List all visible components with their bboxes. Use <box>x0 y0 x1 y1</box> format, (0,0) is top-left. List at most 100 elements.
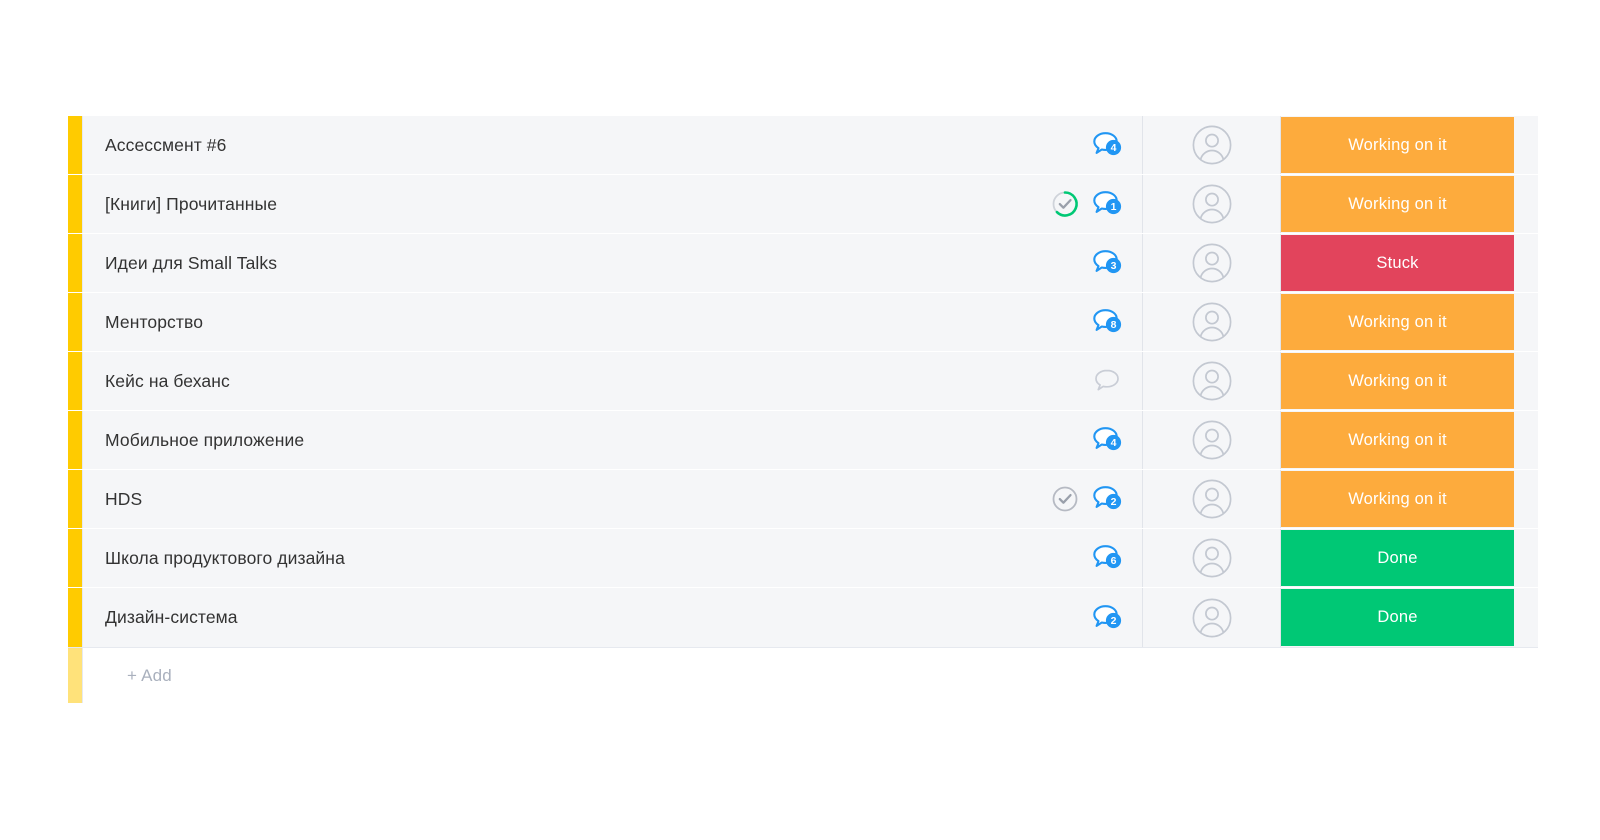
row-name-cell[interactable]: Дизайн-система <box>82 588 1050 647</box>
row-indicators: 6 <box>1050 529 1142 587</box>
row-chat-slot[interactable]: 1 <box>1090 189 1124 219</box>
check-circle-progress-icon[interactable] <box>1050 189 1080 219</box>
chat-bubble-icon[interactable]: 3 <box>1090 248 1124 278</box>
status-badge[interactable]: Working on it <box>1281 176 1514 232</box>
row-person-cell[interactable] <box>1142 234 1280 292</box>
svg-text:4: 4 <box>1111 437 1117 449</box>
status-badge[interactable]: Working on it <box>1281 117 1514 173</box>
row-check-slot <box>1050 425 1080 455</box>
row-chat-slot[interactable]: 4 <box>1090 425 1124 455</box>
chat-bubble-icon[interactable]: 4 <box>1090 130 1124 160</box>
avatar-placeholder-icon[interactable] <box>1191 360 1233 402</box>
row-status-cell[interactable]: Done <box>1280 588 1538 647</box>
row-chat-slot[interactable]: 6 <box>1090 543 1124 573</box>
row-name-label: Дизайн-система <box>105 607 238 627</box>
row-name-cell[interactable]: Идеи для Small Talks <box>82 234 1050 292</box>
board-rows: Ассессмент #6 4 Working on it [Книги] Прочи… <box>68 116 1538 647</box>
row-indicators: 2 <box>1050 588 1142 647</box>
table-row[interactable]: Менторство 8 Working on it <box>68 293 1538 352</box>
row-status-cell[interactable]: Working on it <box>1280 175 1538 233</box>
row-check-slot <box>1050 130 1080 160</box>
table-row[interactable]: Ассессмент #6 4 Working on it <box>68 116 1538 175</box>
row-name-cell[interactable]: Мобильное приложение <box>82 411 1050 469</box>
row-name-cell[interactable]: Школа продуктового дизайна <box>82 529 1050 587</box>
row-chat-slot[interactable]: 4 <box>1090 130 1124 160</box>
status-badge[interactable]: Working on it <box>1281 412 1514 468</box>
add-row-color-bar <box>68 648 82 703</box>
row-color-bar <box>68 588 82 647</box>
row-name-cell[interactable]: [Книги] Прочитанные <box>82 175 1050 233</box>
add-item-cell[interactable]: + Add <box>82 648 1538 703</box>
chat-bubble-empty-icon[interactable] <box>1090 366 1124 396</box>
table-row[interactable]: HDS 2 Working on it <box>68 470 1538 529</box>
row-indicators <box>1050 352 1142 410</box>
table-row[interactable]: Дизайн-система 2 Done <box>68 588 1538 647</box>
row-person-cell[interactable] <box>1142 175 1280 233</box>
svg-text:1: 1 <box>1111 201 1117 213</box>
row-person-cell[interactable] <box>1142 293 1280 351</box>
table-row[interactable]: Кейс на беханс Working on it <box>68 352 1538 411</box>
add-item-row[interactable]: + Add <box>68 647 1538 703</box>
row-name-cell[interactable]: Ассессмент #6 <box>82 116 1050 174</box>
row-status-cell[interactable]: Done <box>1280 529 1538 587</box>
row-status-cell[interactable]: Working on it <box>1280 470 1538 528</box>
row-name-cell[interactable]: Кейс на беханс <box>82 352 1050 410</box>
row-indicators: 4 <box>1050 411 1142 469</box>
row-status-cell[interactable]: Working on it <box>1280 411 1538 469</box>
row-chat-slot[interactable]: 2 <box>1090 603 1124 633</box>
board-group-table: Ассессмент #6 4 Working on it [Книги] Прочи… <box>68 116 1538 703</box>
row-chat-slot[interactable]: 8 <box>1090 307 1124 337</box>
avatar-placeholder-icon[interactable] <box>1191 124 1233 166</box>
row-name-cell[interactable]: Менторство <box>82 293 1050 351</box>
avatar-placeholder-icon[interactable] <box>1191 419 1233 461</box>
row-name-label: Кейс на беханс <box>105 370 230 391</box>
row-person-cell[interactable] <box>1142 352 1280 410</box>
row-person-cell[interactable] <box>1142 411 1280 469</box>
avatar-placeholder-icon[interactable] <box>1191 183 1233 225</box>
table-row[interactable]: [Книги] Прочитанные 1 Working on it <box>68 175 1538 234</box>
chat-bubble-icon[interactable]: 4 <box>1090 425 1124 455</box>
avatar-placeholder-icon[interactable] <box>1191 478 1233 520</box>
chat-bubble-icon[interactable]: 2 <box>1090 603 1124 633</box>
row-check-slot <box>1050 603 1080 633</box>
row-status-cell[interactable]: Working on it <box>1280 116 1538 174</box>
row-status-cell[interactable]: Stuck <box>1280 234 1538 292</box>
avatar-placeholder-icon[interactable] <box>1191 537 1233 579</box>
row-chat-slot[interactable]: 2 <box>1090 484 1124 514</box>
row-person-cell[interactable] <box>1142 588 1280 647</box>
status-badge[interactable]: Stuck <box>1281 235 1514 291</box>
svg-text:3: 3 <box>1111 260 1117 272</box>
chat-bubble-icon[interactable]: 1 <box>1090 189 1124 219</box>
row-name-label: Ассессмент #6 <box>105 134 227 155</box>
chat-bubble-icon[interactable]: 2 <box>1090 484 1124 514</box>
status-badge[interactable]: Working on it <box>1281 294 1514 350</box>
avatar-placeholder-icon[interactable] <box>1191 597 1233 639</box>
chat-bubble-icon[interactable]: 8 <box>1090 307 1124 337</box>
row-person-cell[interactable] <box>1142 116 1280 174</box>
row-status-cell[interactable]: Working on it <box>1280 293 1538 351</box>
row-person-cell[interactable] <box>1142 470 1280 528</box>
row-name-cell[interactable]: HDS <box>82 470 1050 528</box>
row-indicators: 4 <box>1050 116 1142 174</box>
table-row[interactable]: Школа продуктового дизайна 6 Done <box>68 529 1538 588</box>
row-indicators: 3 <box>1050 234 1142 292</box>
status-badge[interactable]: Done <box>1281 589 1514 646</box>
row-check-slot <box>1050 543 1080 573</box>
table-row[interactable]: Идеи для Small Talks 3 Stuck <box>68 234 1538 293</box>
row-person-cell[interactable] <box>1142 529 1280 587</box>
chat-bubble-icon[interactable]: 6 <box>1090 543 1124 573</box>
table-row[interactable]: Мобильное приложение 4 Working on it <box>68 411 1538 470</box>
svg-text:2: 2 <box>1111 496 1117 508</box>
row-status-cell[interactable]: Working on it <box>1280 352 1538 410</box>
row-chat-slot[interactable]: 3 <box>1090 248 1124 278</box>
status-badge[interactable]: Done <box>1281 530 1514 586</box>
avatar-placeholder-icon[interactable] <box>1191 242 1233 284</box>
row-chat-slot[interactable] <box>1090 366 1124 396</box>
row-name-label: Менторство <box>105 311 204 332</box>
status-badge[interactable]: Working on it <box>1281 353 1514 409</box>
avatar-placeholder-icon[interactable] <box>1191 301 1233 343</box>
check-circle-icon[interactable] <box>1050 484 1080 514</box>
add-item-label: + Add <box>127 665 172 685</box>
row-color-bar <box>68 116 82 174</box>
status-badge[interactable]: Working on it <box>1281 471 1514 527</box>
